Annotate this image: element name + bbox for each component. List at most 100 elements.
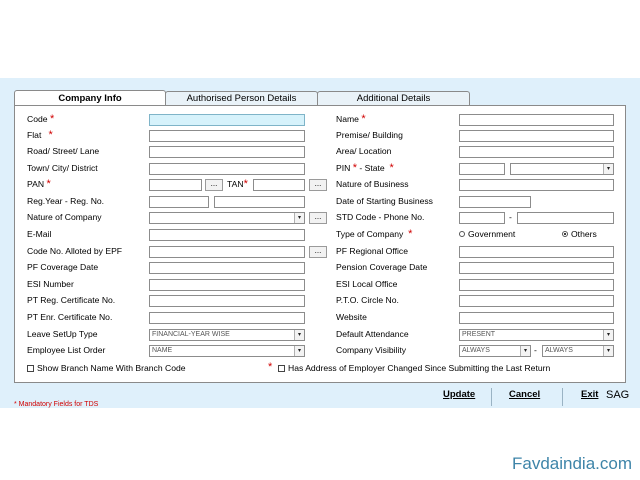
brand-label: SAG: [606, 389, 630, 401]
code-epf-browse-button[interactable]: ...: [309, 246, 327, 258]
tan-input[interactable]: [253, 179, 305, 191]
tab-authorised-person[interactable]: Authorised Person Details: [165, 91, 318, 105]
pf-regional-label: PF Regional Office: [336, 246, 408, 256]
date-start-input[interactable]: [459, 196, 531, 208]
pt-enr-input[interactable]: [149, 312, 305, 324]
government-label: Government: [468, 229, 516, 239]
pension-date-label: Pension Coverage Date: [336, 262, 428, 272]
website-label: Website: [336, 312, 367, 322]
leave-setup-label: Leave SetUp Type: [27, 329, 98, 339]
address-changed-label: Has Address of Employer Changed Since Su…: [288, 363, 551, 373]
code-input[interactable]: [149, 114, 305, 126]
esi-number-input[interactable]: [149, 279, 305, 291]
reg-year-input[interactable]: [149, 196, 209, 208]
premise-input[interactable]: [459, 130, 614, 142]
type-company-label: Type of Company *: [336, 228, 413, 240]
chevron-down-icon: ▾: [520, 346, 530, 356]
esi-number-label: ESI Number: [27, 279, 74, 289]
default-attendance-label: Default Attendance: [336, 329, 409, 339]
government-radio[interactable]: [459, 231, 465, 237]
area-label: Area/ Location: [336, 146, 392, 156]
others-label: Others: [571, 229, 597, 239]
chevron-down-icon: ▾: [603, 330, 613, 340]
code-epf-input[interactable]: [149, 246, 305, 258]
tab-additional-details[interactable]: Additional Details: [317, 91, 470, 105]
nature-company-select[interactable]: ▾: [149, 212, 305, 224]
nature-company-browse-button[interactable]: ...: [309, 212, 327, 224]
nature-company-label: Nature of Company: [27, 212, 102, 222]
emp-list-order-select[interactable]: NAME ▾: [149, 345, 305, 357]
chevron-down-icon: ▾: [294, 213, 304, 223]
mandatory-note: * Mandatory Fields for TDS: [14, 401, 99, 408]
others-radio[interactable]: [562, 231, 568, 237]
chevron-down-icon: ▾: [294, 330, 304, 340]
pt-enr-label: PT Enr. Certificate No.: [27, 312, 113, 322]
nature-business-input[interactable]: [459, 179, 614, 191]
chevron-down-icon: ▾: [603, 164, 613, 174]
name-input[interactable]: [459, 114, 614, 126]
update-button[interactable]: Update: [443, 389, 475, 400]
visibility-to-value: ALWAYS: [545, 347, 573, 354]
pan-browse-button[interactable]: ...: [205, 179, 223, 191]
email-input[interactable]: [149, 229, 305, 241]
emp-list-order-value: NAME: [152, 347, 173, 354]
cancel-button[interactable]: Cancel: [509, 389, 540, 400]
nature-business-label: Nature of Business: [336, 179, 409, 189]
town-input[interactable]: [149, 163, 305, 175]
phone-input[interactable]: [517, 212, 614, 224]
road-label: Road/ Street/ Lane: [27, 146, 100, 156]
company-visibility-label: Company Visibility: [336, 345, 407, 355]
pin-input[interactable]: [459, 163, 505, 175]
default-attendance-value: PRESENT: [462, 331, 496, 338]
emp-list-order-label: Employee List Order: [27, 345, 106, 355]
pension-date-input[interactable]: [459, 262, 614, 274]
pf-coverage-input[interactable]: [149, 262, 305, 274]
exit-button[interactable]: Exit: [581, 389, 598, 400]
show-branch-checkbox[interactable]: [27, 365, 34, 372]
road-input[interactable]: [149, 146, 305, 158]
website-input[interactable]: [459, 312, 614, 324]
leave-setup-select[interactable]: FINANCIAL-YEAR WISE ▾: [149, 329, 305, 341]
code-label: Code *: [27, 113, 55, 125]
pto-circle-label: P.T.O. Circle No.: [336, 295, 399, 305]
email-label: E-Mail: [27, 229, 52, 239]
reg-year-label: Reg.Year - Reg. No.: [27, 196, 105, 206]
phone-dash: -: [509, 212, 512, 222]
address-changed-checkbox[interactable]: [278, 365, 285, 372]
esi-local-input[interactable]: [459, 279, 614, 291]
pan-label: PAN *: [27, 178, 51, 190]
visibility-dash: -: [534, 345, 537, 355]
pan-input[interactable]: [149, 179, 202, 191]
area-input[interactable]: [459, 146, 614, 158]
address-changed-required: *: [268, 361, 273, 373]
button-separator: [491, 388, 492, 406]
std-code-label: STD Code - Phone No.: [336, 212, 425, 222]
tan-label: TAN*: [227, 178, 248, 190]
date-start-label: Date of Starting Business: [336, 196, 433, 206]
pf-coverage-label: PF Coverage Date: [27, 262, 99, 272]
premise-label: Premise/ Building: [336, 130, 403, 140]
state-select[interactable]: ▾: [510, 163, 614, 175]
reg-no-input[interactable]: [214, 196, 305, 208]
visibility-from-value: ALWAYS: [462, 347, 490, 354]
visibility-from-select[interactable]: ALWAYS ▾: [459, 345, 531, 357]
town-label: Town/ City/ District: [27, 163, 98, 173]
leave-setup-value: FINANCIAL-YEAR WISE: [152, 331, 230, 338]
flat-label: Flat *: [27, 129, 53, 141]
flat-input[interactable]: [149, 130, 305, 142]
tan-browse-button[interactable]: ...: [309, 179, 327, 191]
tab-company-info[interactable]: Company Info: [14, 90, 166, 106]
esi-local-label: ESI Local Office: [336, 279, 398, 289]
show-branch-label: Show Branch Name With Branch Code: [37, 363, 186, 373]
default-attendance-select[interactable]: PRESENT ▾: [459, 329, 614, 341]
pf-regional-input[interactable]: [459, 246, 614, 258]
pto-circle-input[interactable]: [459, 295, 614, 307]
pin-label: PIN * - State *: [336, 162, 394, 174]
pt-reg-input[interactable]: [149, 295, 305, 307]
visibility-to-select[interactable]: ALWAYS ▾: [542, 345, 614, 357]
chevron-down-icon: ▾: [603, 346, 613, 356]
button-separator: [562, 388, 563, 406]
watermark: Favdaindia.com: [511, 454, 632, 473]
std-code-input[interactable]: [459, 212, 505, 224]
pt-reg-label: PT Reg. Certificate No.: [27, 295, 116, 305]
